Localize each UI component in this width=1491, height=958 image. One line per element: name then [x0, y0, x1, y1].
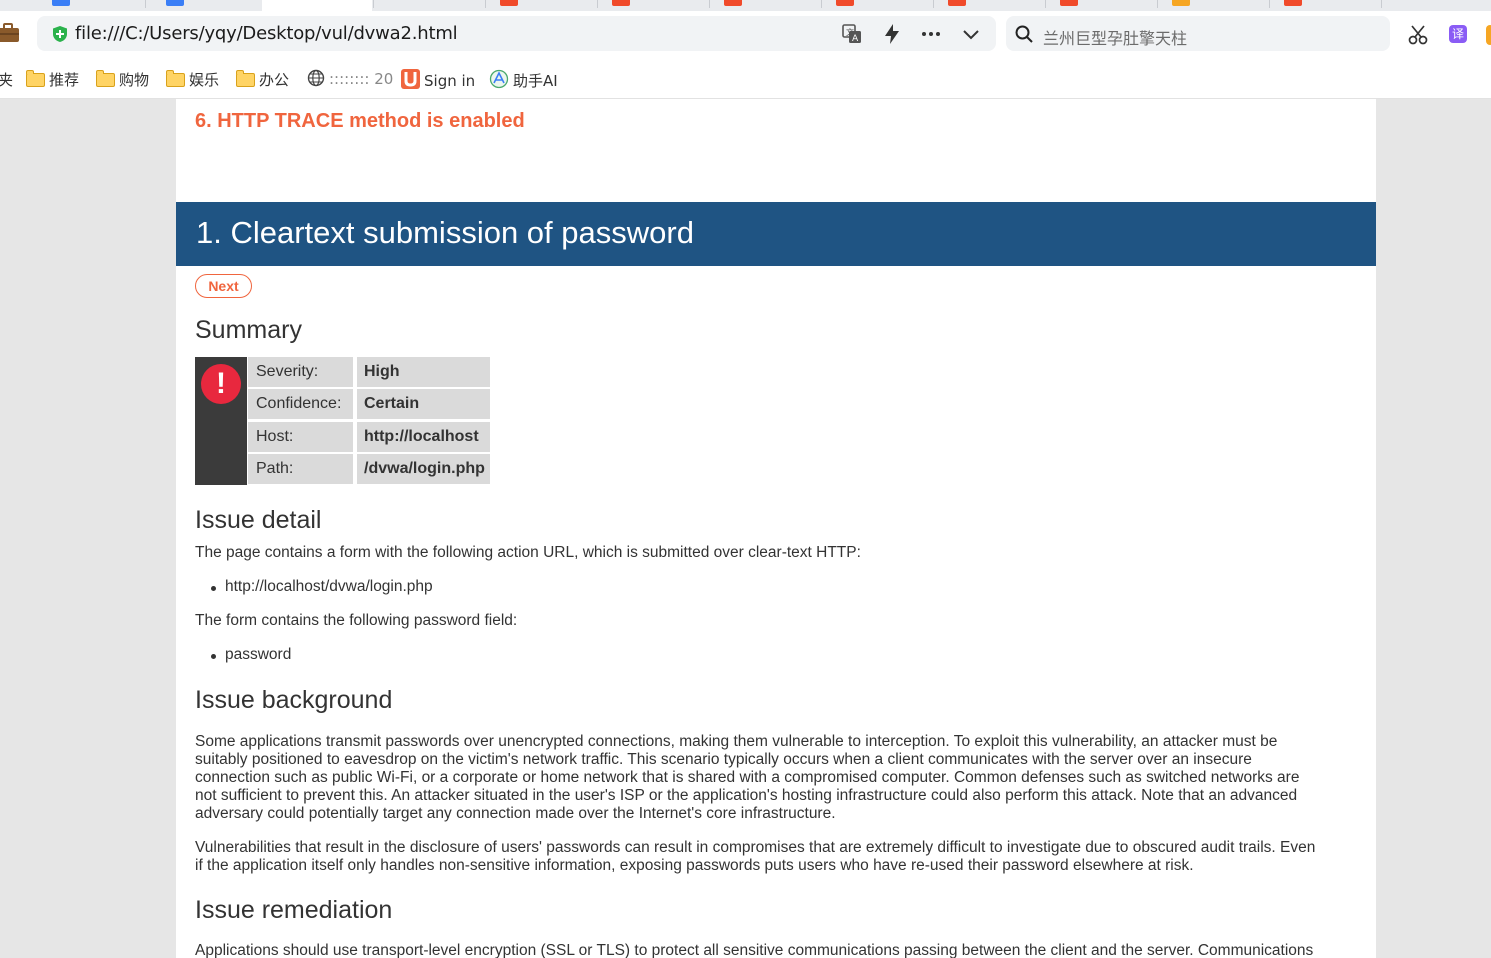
- briefcase-icon[interactable]: [0, 23, 20, 43]
- translate-icon[interactable]: 译: [1449, 25, 1467, 43]
- bookmark-partial[interactable]: 夹: [0, 69, 13, 89]
- paragraph-line: not sufficient to prevent this. An attac…: [195, 787, 1298, 804]
- summary-value: /dvwa/login.php: [357, 454, 490, 484]
- tab-favicon[interactable]: [166, 0, 184, 6]
- folder-icon: [26, 70, 45, 87]
- address-bar[interactable]: file:///C:/Users/yqy/Desktop/vul/dvwa2.h…: [37, 16, 996, 51]
- issue-banner: 1. Cleartext submission of password: [176, 202, 1376, 266]
- summary-label: Host:: [248, 422, 353, 452]
- report-page: 6. HTTP TRACE method is enabled 1. Clear…: [176, 99, 1376, 958]
- list-item: password: [210, 646, 292, 663]
- tab-separator: [1045, 0, 1046, 8]
- globe-icon: [307, 69, 325, 87]
- issue-detail-text: The form contains the following password…: [195, 612, 518, 629]
- tab-separator: [1157, 0, 1158, 8]
- issue-title: 1. Cleartext submission of password: [196, 215, 694, 250]
- tab-favicon[interactable]: [1060, 0, 1078, 6]
- tab-favicon[interactable]: [724, 0, 742, 6]
- tab-favicon[interactable]: [836, 0, 854, 6]
- tab-favicon[interactable]: [612, 0, 630, 6]
- paragraph-line: suitably positioned to eavesdrop on the …: [195, 751, 1252, 768]
- tab-separator: [709, 0, 710, 8]
- extension-icon[interactable]: [1486, 25, 1491, 45]
- bookmark-assistant[interactable]: 助手AI: [489, 69, 558, 90]
- paragraph-line: connection such as public Wi-Fi, or a co…: [195, 769, 1300, 786]
- exclamation-icon: !: [201, 364, 241, 404]
- list-item: http://localhost/dvwa/login.php: [211, 578, 433, 595]
- translate-page-icon[interactable]: 文 A: [840, 22, 864, 46]
- url-text[interactable]: file:///C:/Users/yqy/Desktop/vul/dvwa2.h…: [75, 23, 458, 44]
- tab-favicon[interactable]: [1172, 0, 1190, 6]
- folder-icon: [166, 70, 185, 87]
- issue-detail-heading: Issue detail: [195, 506, 322, 534]
- tab-separator: [933, 0, 934, 8]
- paragraph-line: if the application itself only handles n…: [195, 857, 1194, 874]
- summary-label: Severity:: [248, 357, 353, 387]
- chevron-down-icon[interactable]: [959, 22, 983, 46]
- folder-icon: [236, 70, 255, 87]
- tab-favicon[interactable]: [52, 0, 70, 6]
- assistant-icon: [489, 69, 509, 89]
- paragraph-line: Some applications transmit passwords ove…: [195, 733, 1278, 750]
- search-input[interactable]: 兰州巨型孕肚擎天柱: [1043, 25, 1187, 49]
- paragraph-line: adversary could potentially target any c…: [195, 805, 836, 822]
- summary-value: High: [357, 357, 490, 387]
- tab-separator: [373, 0, 374, 8]
- tab-favicon[interactable]: [1284, 0, 1302, 6]
- tab-separator: [821, 0, 822, 8]
- bookmark-office[interactable]: 办公: [236, 69, 289, 89]
- bookmark-recommend[interactable]: 推荐: [26, 69, 79, 89]
- lightning-icon[interactable]: [880, 22, 904, 46]
- tab-favicon[interactable]: [948, 0, 966, 6]
- previous-issue-title: 6. HTTP TRACE method is enabled: [195, 110, 525, 132]
- tab-favicon[interactable]: [500, 0, 518, 6]
- tab-active[interactable]: [262, 0, 372, 11]
- browser-toolbar: file:///C:/Users/yqy/Desktop/vul/dvwa2.h…: [0, 11, 1491, 61]
- summary-label: Confidence:: [248, 389, 353, 419]
- tab-separator: [485, 0, 486, 8]
- summary-value: http://localhost: [357, 422, 490, 452]
- issue-detail-text: The page contains a form with the follow…: [195, 544, 861, 561]
- issue-background-paragraph: Some applications transmit passwords ove…: [195, 733, 1360, 823]
- u-logo-icon: [401, 69, 420, 89]
- paragraph-line: Applications should use transport-level …: [195, 942, 1314, 958]
- tab-separator: [1381, 0, 1382, 8]
- more-options-icon[interactable]: [919, 22, 943, 46]
- tab-strip: [0, 0, 1491, 11]
- bookmark-globe[interactable]: :::::::: 20: [307, 69, 393, 89]
- issue-remediation-heading: Issue remediation: [195, 896, 393, 924]
- search-box[interactable]: 兰州巨型孕肚擎天柱: [1006, 16, 1390, 51]
- bookmark-sign-in[interactable]: Sign in: [401, 69, 475, 90]
- search-icon: [1015, 25, 1033, 43]
- folder-icon: [96, 70, 115, 87]
- bookmarks-bar: 夹 推荐 购物 娱乐 办公 :::::::: 20 Sign in 助手AI: [0, 61, 1491, 99]
- svg-text:A: A: [852, 34, 859, 44]
- summary-value: Certain: [357, 389, 490, 419]
- bookmark-entertainment[interactable]: 娱乐: [166, 69, 219, 89]
- issue-remediation-paragraph: Applications should use transport-level …: [195, 942, 1360, 958]
- next-button[interactable]: Next: [195, 274, 252, 298]
- tab-separator: [597, 0, 598, 8]
- paragraph-line: Vulnerabilities that result in the discl…: [195, 839, 1316, 856]
- issue-background-heading: Issue background: [195, 686, 393, 714]
- shield-plus-icon: [53, 26, 67, 42]
- tab-separator: [145, 0, 146, 8]
- tab-separator: [1269, 0, 1270, 8]
- bookmark-shopping[interactable]: 购物: [96, 69, 149, 89]
- summary-label: Path:: [248, 454, 353, 484]
- issue-background-paragraph: Vulnerabilities that result in the discl…: [195, 839, 1360, 875]
- severity-bar: !: [195, 357, 247, 485]
- summary-heading: Summary: [195, 316, 302, 344]
- scissors-icon[interactable]: [1407, 24, 1429, 46]
